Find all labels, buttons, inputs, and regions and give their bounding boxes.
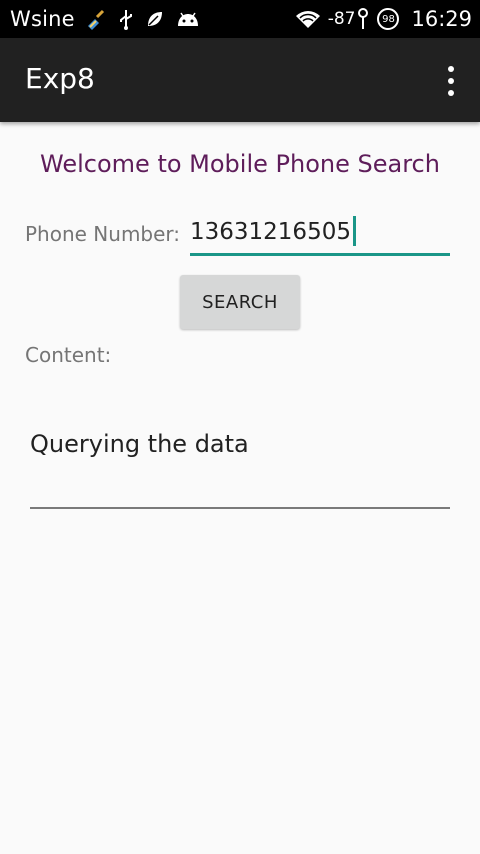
android-icon (175, 10, 201, 28)
menu-dot (448, 90, 454, 96)
signal-strength: -87 (327, 9, 356, 29)
app-title: Exp8 (25, 62, 95, 95)
content-label: Content: (25, 343, 112, 367)
status-left: Wsine (10, 0, 201, 38)
content-text: Querying the data (30, 430, 249, 458)
status-bar: Wsine -87 98 16:29 (0, 0, 480, 38)
clock: 16:29 (411, 7, 472, 31)
welcome-title: Welcome to Mobile Phone Search (40, 150, 440, 178)
phone-number-input[interactable] (190, 212, 450, 252)
battery-icon: 98 (377, 8, 400, 30)
phone-number-field[interactable] (190, 212, 450, 256)
menu-dot (448, 78, 454, 84)
menu-dot (448, 66, 454, 72)
carrier-label: Wsine (10, 7, 75, 31)
usb-icon (117, 8, 135, 30)
leaf-icon (145, 9, 165, 29)
search-button[interactable]: SEARCH (180, 275, 300, 329)
content-field[interactable]: Querying the data (30, 420, 450, 509)
signal-icon (357, 8, 369, 30)
status-right: -87 98 16:29 (284, 0, 472, 38)
app-bar: Exp8 (0, 38, 480, 122)
clean-broom-icon (85, 8, 107, 30)
text-cursor (353, 216, 356, 246)
wifi-icon (294, 8, 322, 30)
overflow-menu-icon[interactable] (444, 66, 458, 96)
phone-number-label: Phone Number: (25, 222, 181, 246)
